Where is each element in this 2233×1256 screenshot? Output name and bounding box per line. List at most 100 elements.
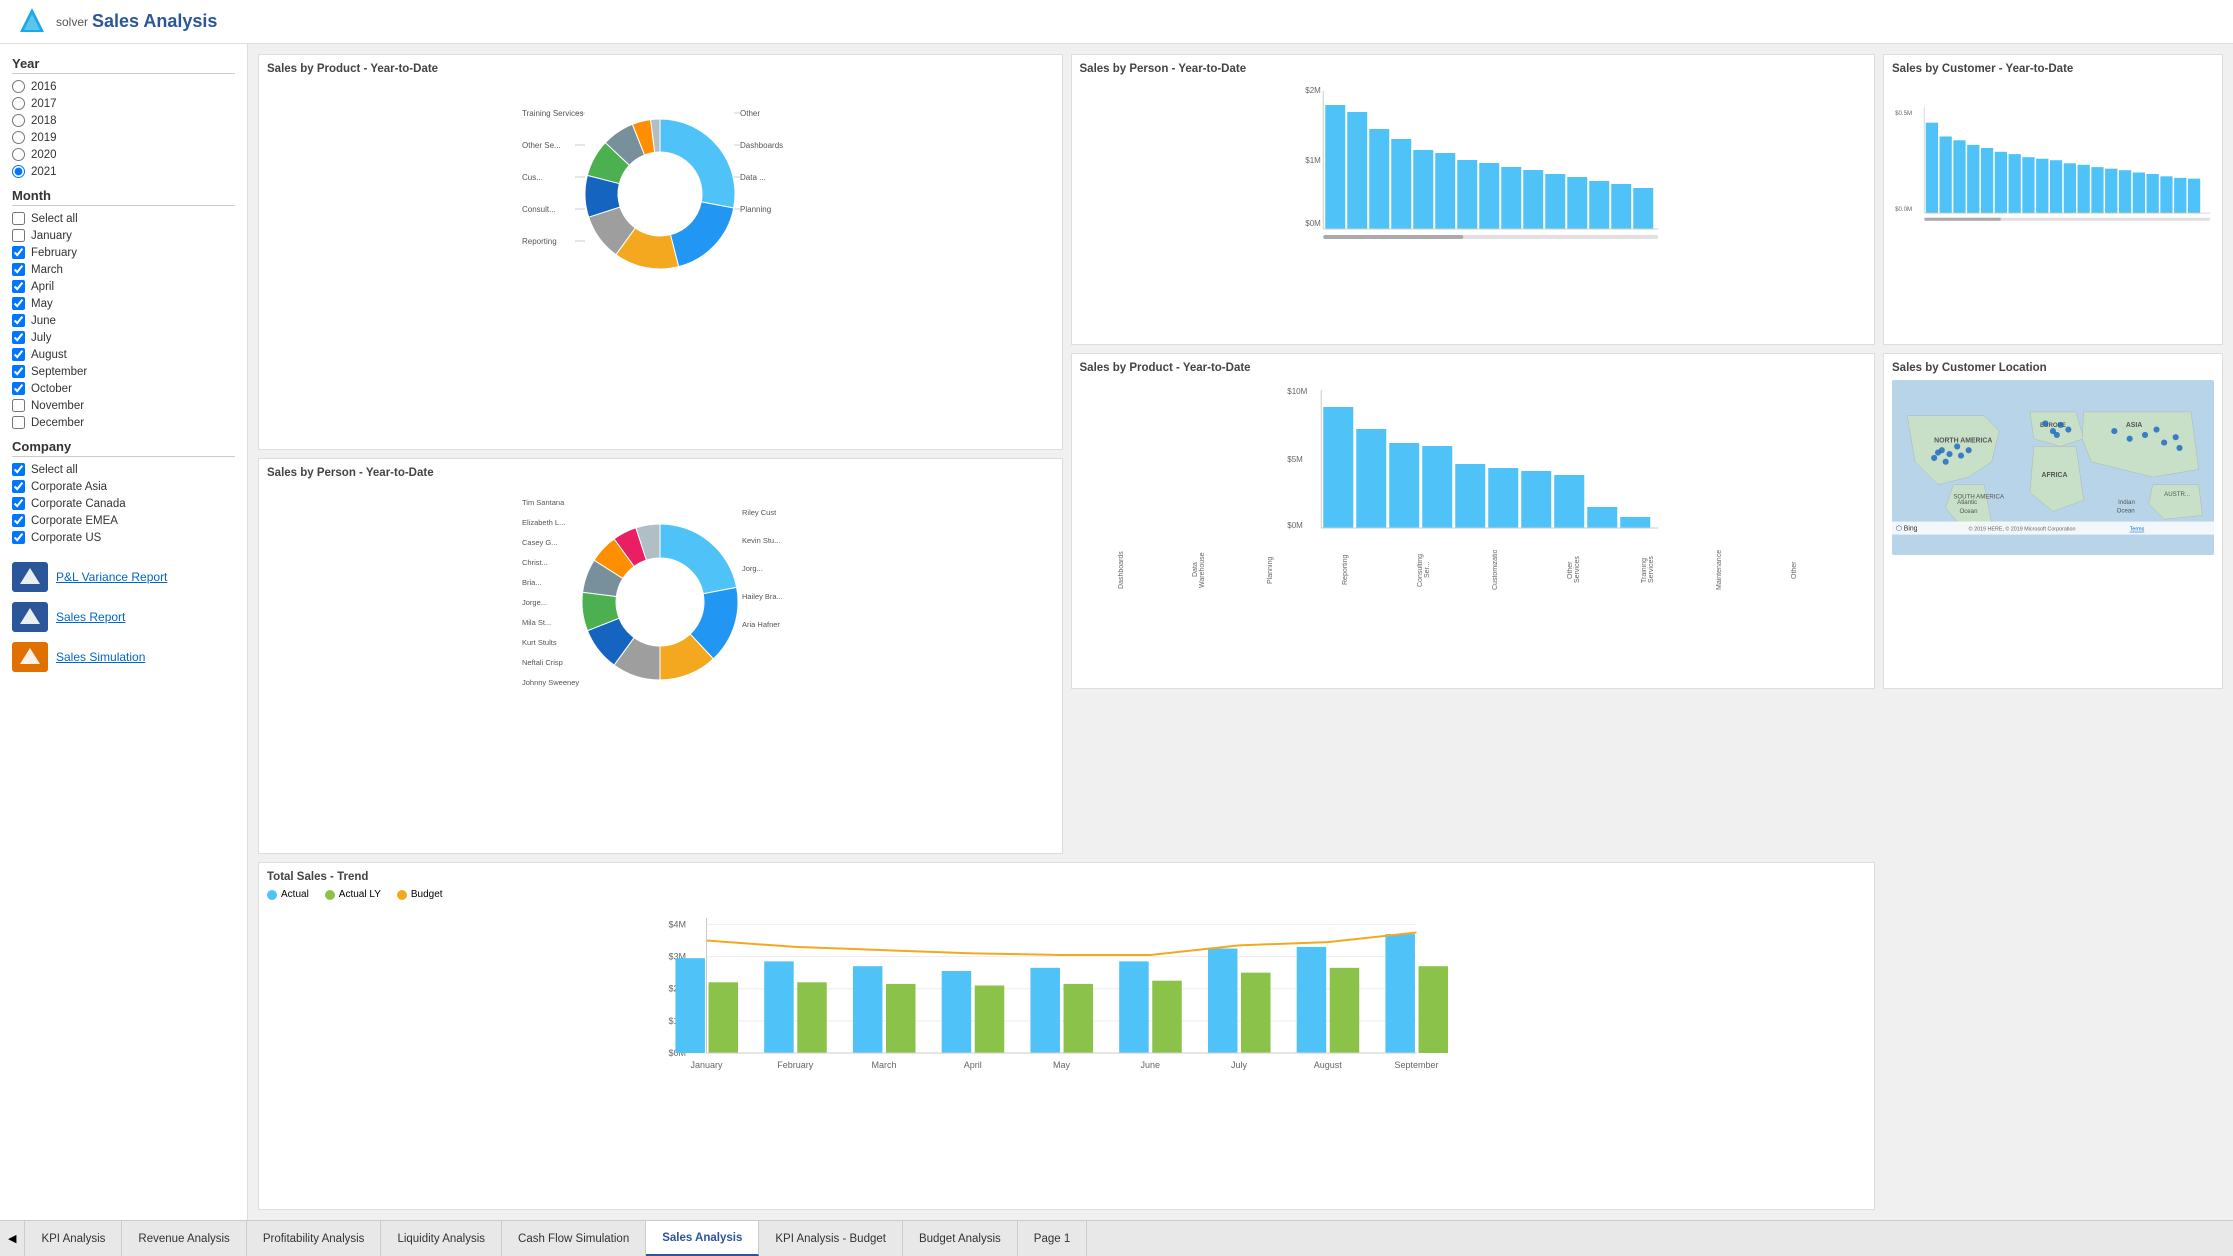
tab-revenue-analysis[interactable]: Revenue Analysis — [122, 1221, 246, 1256]
legend-dot — [325, 890, 335, 900]
svg-text:Dashboards: Dashboards — [740, 141, 783, 150]
company-item-select-all[interactable]: Select all — [12, 461, 235, 478]
svg-text:$4M: $4M — [669, 919, 687, 929]
svg-text:AFRICA: AFRICA — [2042, 472, 2068, 479]
legend-item-actual: Actual — [267, 889, 309, 900]
month-section-title: Month — [12, 188, 235, 206]
customer-location-chart: Sales by Customer Location — [1883, 353, 2223, 689]
bottom-tabs: ◀ KPI AnalysisRevenue AnalysisProfitabil… — [0, 1220, 2233, 1256]
tab-liquidity-analysis[interactable]: Liquidity Analysis — [381, 1221, 502, 1256]
month-item-march[interactable]: March — [12, 261, 235, 278]
month-item-may[interactable]: May — [12, 295, 235, 312]
tab-profitability-analysis[interactable]: Profitability Analysis — [247, 1221, 382, 1256]
company-item-corporate-asia[interactable]: Corporate Asia — [12, 478, 235, 495]
svg-text:ASIA: ASIA — [2126, 422, 2142, 429]
month-item-april[interactable]: April — [12, 278, 235, 295]
legend-item-actual-ly: Actual LY — [325, 889, 381, 900]
svg-text:May: May — [1053, 1060, 1071, 1070]
year-item-2017[interactable]: 2017 — [12, 95, 235, 112]
tab-cash-flow-simulation[interactable]: Cash Flow Simulation — [502, 1221, 646, 1256]
page-title: Sales Analysis — [92, 11, 217, 32]
svg-text:Jorg...: Jorg... — [742, 564, 763, 573]
month-item-august[interactable]: August — [12, 346, 235, 363]
sidebar-link-p&l-variance-report[interactable]: P&L Variance Report — [12, 562, 235, 592]
svg-text:Riley Cust: Riley Cust — [742, 508, 777, 517]
trend-title: Total Sales - Trend — [267, 871, 1866, 883]
header: solver Sales Analysis — [0, 0, 2233, 44]
svg-text:Other Se...: Other Se... — [522, 141, 561, 150]
svg-text:Other: Other — [740, 109, 760, 118]
svg-text:SOUTH AMERICA: SOUTH AMERICA — [1953, 494, 2005, 501]
person-donut-svg: Tim SantanaElizabeth L...Casey G...Chris… — [520, 490, 800, 710]
svg-text:$1M: $1M — [1305, 156, 1321, 165]
svg-text:Kevin Stu...: Kevin Stu... — [742, 536, 780, 545]
month-item-december[interactable]: December — [12, 414, 235, 431]
year-item-2020[interactable]: 2020 — [12, 146, 235, 163]
year-item-2018[interactable]: 2018 — [12, 112, 235, 129]
year-item-2021[interactable]: 2021 — [12, 163, 235, 180]
svg-text:Data ...: Data ... — [740, 173, 766, 182]
tab-page-1[interactable]: Page 1 — [1018, 1221, 1087, 1256]
svg-text:Bria...: Bria... — [522, 578, 542, 587]
tab-budget-analysis[interactable]: Budget Analysis — [903, 1221, 1018, 1256]
company-section-title: Company — [12, 439, 235, 457]
svg-text:Consult...: Consult... — [522, 205, 556, 214]
svg-text:Planning: Planning — [740, 205, 771, 214]
svg-text:Casey G...: Casey G... — [522, 538, 557, 547]
year-item-2019[interactable]: 2019 — [12, 129, 235, 146]
svg-text:Elizabeth L...: Elizabeth L... — [522, 518, 565, 527]
sales-by-customer-title: Sales by Customer - Year-to-Date — [1892, 63, 2214, 75]
company-item-corporate-canada[interactable]: Corporate Canada — [12, 495, 235, 512]
month-item-june[interactable]: June — [12, 312, 235, 329]
legend-dot — [267, 890, 277, 900]
sidebar-link-sales-simulation[interactable]: Sales Simulation — [12, 642, 235, 672]
svg-text:$0M: $0M — [1305, 219, 1321, 228]
product-donut-title: Sales by Product - Year-to-Date — [267, 63, 1054, 75]
svg-text:$5M: $5M — [1287, 455, 1303, 464]
month-item-select-all[interactable]: Select all — [12, 210, 235, 227]
product-donut-card: Sales by Product - Year-to-Date Training… — [258, 54, 1063, 450]
svg-text:March: March — [871, 1060, 896, 1070]
svg-text:Jorge...: Jorge... — [522, 598, 547, 607]
svg-text:January: January — [690, 1060, 723, 1070]
product-bar-svg: $10M $5M $0M — [1080, 380, 1867, 545]
month-item-november[interactable]: November — [12, 397, 235, 414]
month-item-february[interactable]: February — [12, 244, 235, 261]
company-item-corporate-emea[interactable]: Corporate EMEA — [12, 512, 235, 529]
legend-label: Actual LY — [339, 889, 381, 900]
legend-label: Budget — [411, 889, 443, 900]
svg-text:$0M: $0M — [1287, 521, 1303, 530]
svg-text:August: August — [1314, 1060, 1343, 1070]
svg-text:Ocean: Ocean — [2117, 507, 2136, 514]
month-item-september[interactable]: September — [12, 363, 235, 380]
person-donut-card: Sales by Person - Year-to-Date Tim Santa… — [258, 458, 1063, 854]
svg-text:© 2019 HERE, © 2019 Microsoft: © 2019 HERE, © 2019 Microsoft Corporatio… — [1969, 526, 2076, 533]
year-item-2016[interactable]: 2016 — [12, 78, 235, 95]
year-section-title: Year — [12, 56, 235, 74]
month-item-july[interactable]: July — [12, 329, 235, 346]
svg-text:Neftali Crisp: Neftali Crisp — [522, 658, 563, 667]
world-map: NORTH AMERICA Atlantic Ocean SOUTH AMERI… — [1892, 380, 2214, 555]
svg-text:$10M: $10M — [1287, 387, 1307, 396]
tab-kpi-analysis---budget[interactable]: KPI Analysis - Budget — [759, 1221, 903, 1256]
svg-text:Ocean: Ocean — [1959, 508, 1978, 515]
tab-kpi-analysis[interactable]: KPI Analysis — [25, 1221, 122, 1256]
tab-prev-arrow[interactable]: ◀ — [0, 1221, 25, 1256]
svg-text:Mila St...: Mila St... — [522, 618, 551, 627]
tab-sales-analysis[interactable]: Sales Analysis — [646, 1221, 759, 1256]
month-item-january[interactable]: January — [12, 227, 235, 244]
trend-svg: $0M$1M$2M$3M$4MJanuaryFebruaryMarchApril… — [267, 908, 1866, 1108]
product-donut-svg: Training ServicesOther Se...Cus...Consul… — [520, 86, 800, 296]
svg-text:Tim Santana: Tim Santana — [522, 498, 565, 507]
right-column: Sales by Product - Year-to-Date Training… — [258, 54, 1063, 854]
svg-text:September: September — [1394, 1060, 1438, 1070]
solver-logo — [16, 6, 48, 38]
svg-text:April: April — [964, 1060, 982, 1070]
month-item-october[interactable]: October — [12, 380, 235, 397]
sidebar-link-sales-report[interactable]: Sales Report — [12, 602, 235, 632]
legend-dot — [397, 890, 407, 900]
product-bar-title: Sales by Product - Year-to-Date — [1080, 362, 1867, 374]
svg-text:⬡ Bing: ⬡ Bing — [1896, 525, 1918, 533]
company-item-corporate-us[interactable]: Corporate US — [12, 529, 235, 546]
svg-text:February: February — [777, 1060, 814, 1070]
